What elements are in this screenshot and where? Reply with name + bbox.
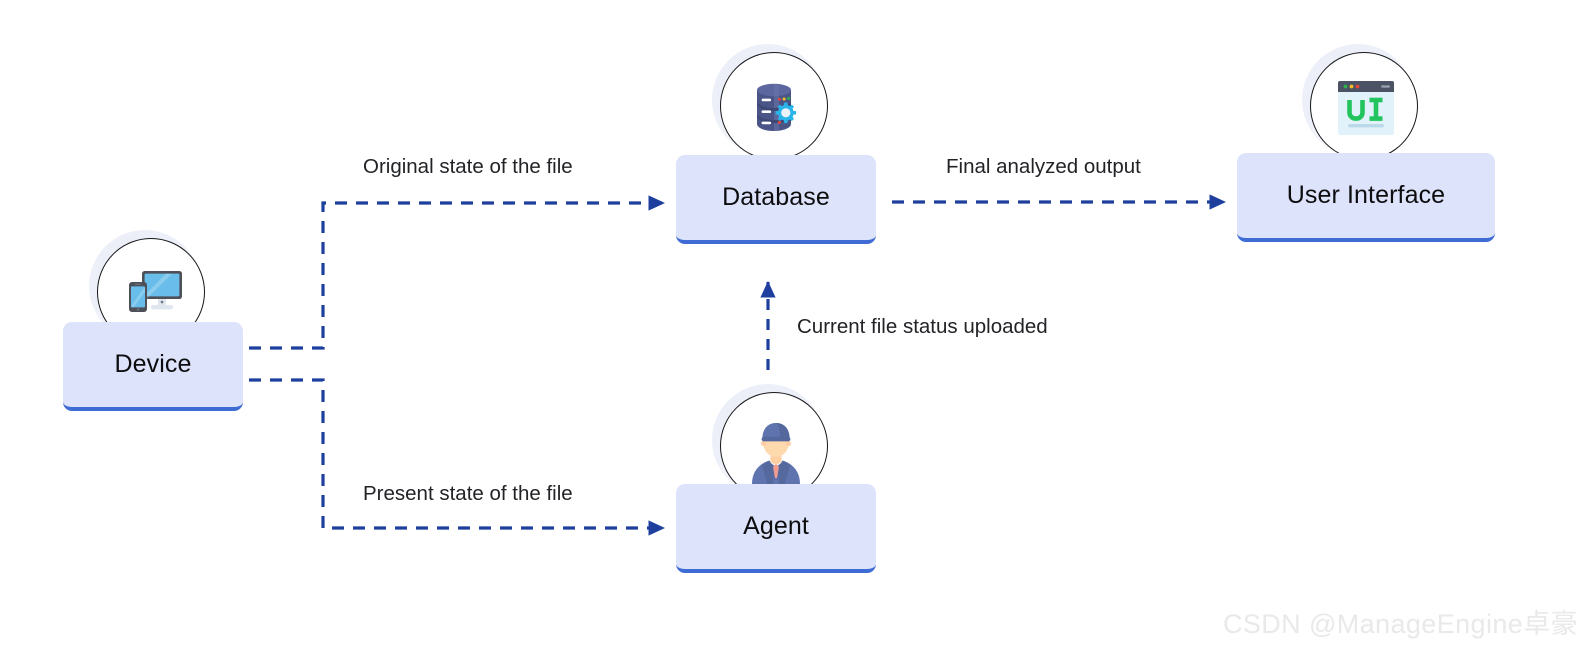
agent-label: Agent (743, 512, 809, 540)
database-icon-circle (712, 44, 832, 164)
diagram-canvas: Original state of the file Final analyze… (0, 0, 1592, 649)
node-user-interface[interactable]: User Interface (1237, 44, 1495, 242)
ui-browser-window-icon (1336, 79, 1396, 137)
node-database[interactable]: Database (676, 44, 876, 244)
device-box[interactable]: Device (63, 322, 243, 411)
edge-device-to-database (249, 195, 665, 350)
node-device[interactable]: Device (63, 230, 243, 411)
edge-device-to-agent (249, 378, 665, 536)
edge-label-present-state: Present state of the file (363, 482, 573, 505)
node-agent[interactable]: Agent (676, 384, 876, 573)
devices-monitor-phone-icon (120, 261, 186, 327)
database-label: Database (722, 183, 830, 211)
edge-label-final-output: Final analyzed output (946, 155, 1141, 178)
edge-label-current-file-status: Current file status uploaded (797, 315, 1048, 338)
device-label: Device (114, 350, 192, 378)
edge-label-original-state: Original state of the file (363, 155, 573, 178)
database-box[interactable]: Database (676, 155, 876, 244)
watermark-text: CSDN @ManageEngine卓豪 (1222, 609, 1578, 639)
user-interface-icon-circle (1302, 44, 1422, 164)
database-gear-icon (743, 75, 809, 141)
agent-person-icon (740, 412, 812, 484)
user-interface-label: User Interface (1286, 181, 1446, 209)
agent-box[interactable]: Agent (676, 484, 876, 573)
user-interface-box[interactable]: User Interface (1237, 153, 1495, 242)
